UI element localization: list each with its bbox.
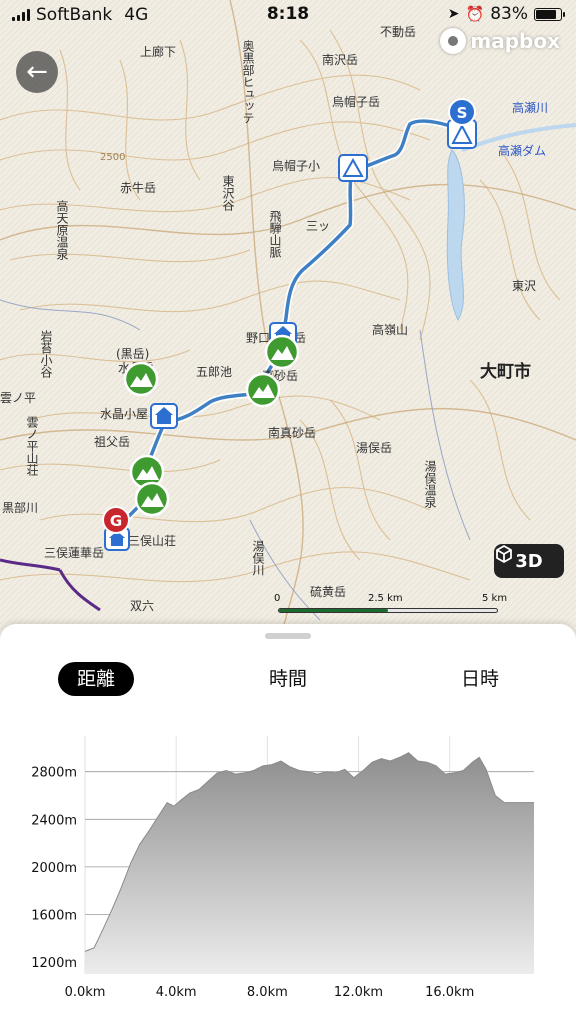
label-okukurobe-hutte: 奥黒部ヒュッテ	[241, 40, 255, 124]
hut-marker-eboshi[interactable]	[338, 154, 368, 182]
label-yumata-river: 湯俣川	[251, 540, 265, 576]
elevation-area	[85, 752, 534, 974]
label-goro-ike: 五郎池	[196, 365, 232, 379]
peak-marker-3[interactable]	[123, 361, 159, 397]
y-tick-label: 2400m	[31, 813, 77, 828]
battery-percent: 83%	[490, 4, 528, 24]
scale-label-mid: 2.5 km	[368, 593, 403, 604]
hut-marker-suisho[interactable]	[150, 403, 178, 429]
label-takamagahara-onsen: 高天原温泉	[55, 199, 69, 260]
label-kamirouka: 上廊下	[140, 44, 176, 59]
scale-label-max: 5 km	[482, 593, 508, 604]
label-higashizawa: 東沢	[512, 279, 536, 293]
cube-icon	[496, 545, 512, 563]
label-suisho-hut: 水晶小屋	[100, 407, 148, 421]
alarm-icon: ⏰	[465, 5, 485, 23]
label-nanzawadake: 南沢岳	[322, 52, 358, 67]
arrow-left-icon: ←	[26, 57, 48, 87]
mapbox-mark-icon	[440, 28, 467, 54]
label-kurobe-river: 黒部川	[2, 500, 38, 515]
scale-label-0: 0	[274, 593, 281, 604]
start-marker[interactable]: S	[447, 98, 477, 149]
elevation-chart-svg: 0.0km 4.0km 8.0km 12.0km 16.0km 1200m 1600m 200…	[31, 736, 534, 1000]
label-yumata-onsen: 湯俣温泉	[423, 460, 437, 508]
y-tick-label: 1600m	[31, 909, 77, 924]
scale-bar-fill	[279, 609, 388, 612]
battery-fill	[536, 9, 556, 19]
x-tick-label: 8.0km	[247, 985, 288, 1000]
peak-marker-1[interactable]	[264, 334, 300, 370]
label-omachi-city: 大町市	[480, 361, 531, 382]
tab-time[interactable]: 時間	[250, 662, 326, 696]
label-minami-masago: 南真砂岳	[268, 425, 316, 440]
x-tick-label: 0.0km	[65, 985, 106, 1000]
label-takaneyama: 高嶺山	[372, 322, 408, 337]
y-tick-label: 1200m	[31, 956, 77, 971]
status-right: ➤ ⏰ 83%	[447, 4, 565, 24]
label-mitsumata-sanso: 三俣山荘	[128, 534, 176, 548]
label-kurodake: (黒岳)	[116, 347, 149, 361]
label-yumatadake: 湯俣岳	[356, 441, 392, 455]
label-kumonotaira-sanso: 雲ノ平山荘	[25, 416, 39, 477]
elevation-sheet[interactable]: 距離 時間 日時 0.0km 4.0km 8.0km 12.0km 16.0km 1200…	[0, 624, 576, 1024]
label-elevation-2500: 2500	[100, 152, 125, 163]
map-scale: 0 2.5 km 5 km	[272, 593, 512, 623]
label-eboshi-hut: 烏帽子小	[272, 158, 320, 173]
label-eboshidake: 烏帽子岳	[332, 94, 380, 109]
battery-icon	[534, 7, 565, 21]
label-higashizawadani: 東沢谷	[221, 175, 235, 212]
view-3d-label: 3D	[515, 550, 543, 572]
label-iwagoke-kotani: 岩苔小谷	[39, 329, 53, 379]
label-mitsu: 三ッ	[306, 219, 330, 233]
label-sugoroku: 双六	[130, 599, 154, 613]
label-hida-mountains: 飛騨山脈	[268, 210, 282, 259]
mapbox-logo: mapbox	[440, 28, 560, 54]
label-takase-river: 高瀬川	[512, 100, 548, 115]
status-bar: SoftBank 4G 8:18 ➤ ⏰ 83%	[0, 0, 576, 30]
mapbox-wordmark: mapbox	[470, 29, 560, 53]
goal-marker[interactable]: G	[102, 506, 130, 534]
x-axis-mode-tabs: 距離 時間 日時	[0, 662, 576, 696]
location-arrow-icon: ➤	[447, 6, 460, 22]
back-button[interactable]: ←	[16, 51, 58, 93]
peak-marker-2[interactable]	[245, 372, 281, 408]
label-mitsumata-renge: 三俣蓮華岳	[44, 546, 104, 560]
y-tick-label: 2000m	[31, 861, 77, 876]
label-kumonotaira: 雲ノ平	[0, 391, 36, 405]
label-sofudake: 祖父岳	[94, 434, 130, 449]
x-tick-label: 4.0km	[156, 985, 197, 1000]
y-tick-label: 2800m	[31, 766, 77, 781]
scale-bar	[278, 608, 498, 613]
sheet-handle[interactable]	[265, 633, 311, 639]
view-3d-button[interactable]: 3D	[494, 544, 564, 578]
map-canvas[interactable]: 上廊下 奥黒部ヒュッテ 不動岳 南沢岳 烏帽子岳 高瀬ダム 高瀬川 烏帽子小 赤…	[0, 0, 576, 640]
start-marker-label: S	[457, 104, 468, 122]
tab-datetime[interactable]: 日時	[442, 662, 518, 696]
label-takase-dam: 高瀬ダム	[498, 143, 546, 158]
x-tick-label: 16.0km	[425, 985, 474, 1000]
map-view[interactable]: 上廊下 奥黒部ヒュッテ 不動岳 南沢岳 烏帽子岳 高瀬ダム 高瀬川 烏帽子小 赤…	[0, 0, 576, 640]
label-akaushidake: 赤牛岳	[120, 180, 156, 195]
elevation-chart[interactable]: 0.0km 4.0km 8.0km 12.0km 16.0km 1200m 1600m 200…	[0, 720, 576, 1020]
tab-distance[interactable]: 距離	[58, 662, 134, 696]
goal-marker-label: G	[110, 512, 122, 530]
peak-marker-5[interactable]	[134, 481, 170, 517]
x-tick-label: 12.0km	[334, 985, 383, 1000]
